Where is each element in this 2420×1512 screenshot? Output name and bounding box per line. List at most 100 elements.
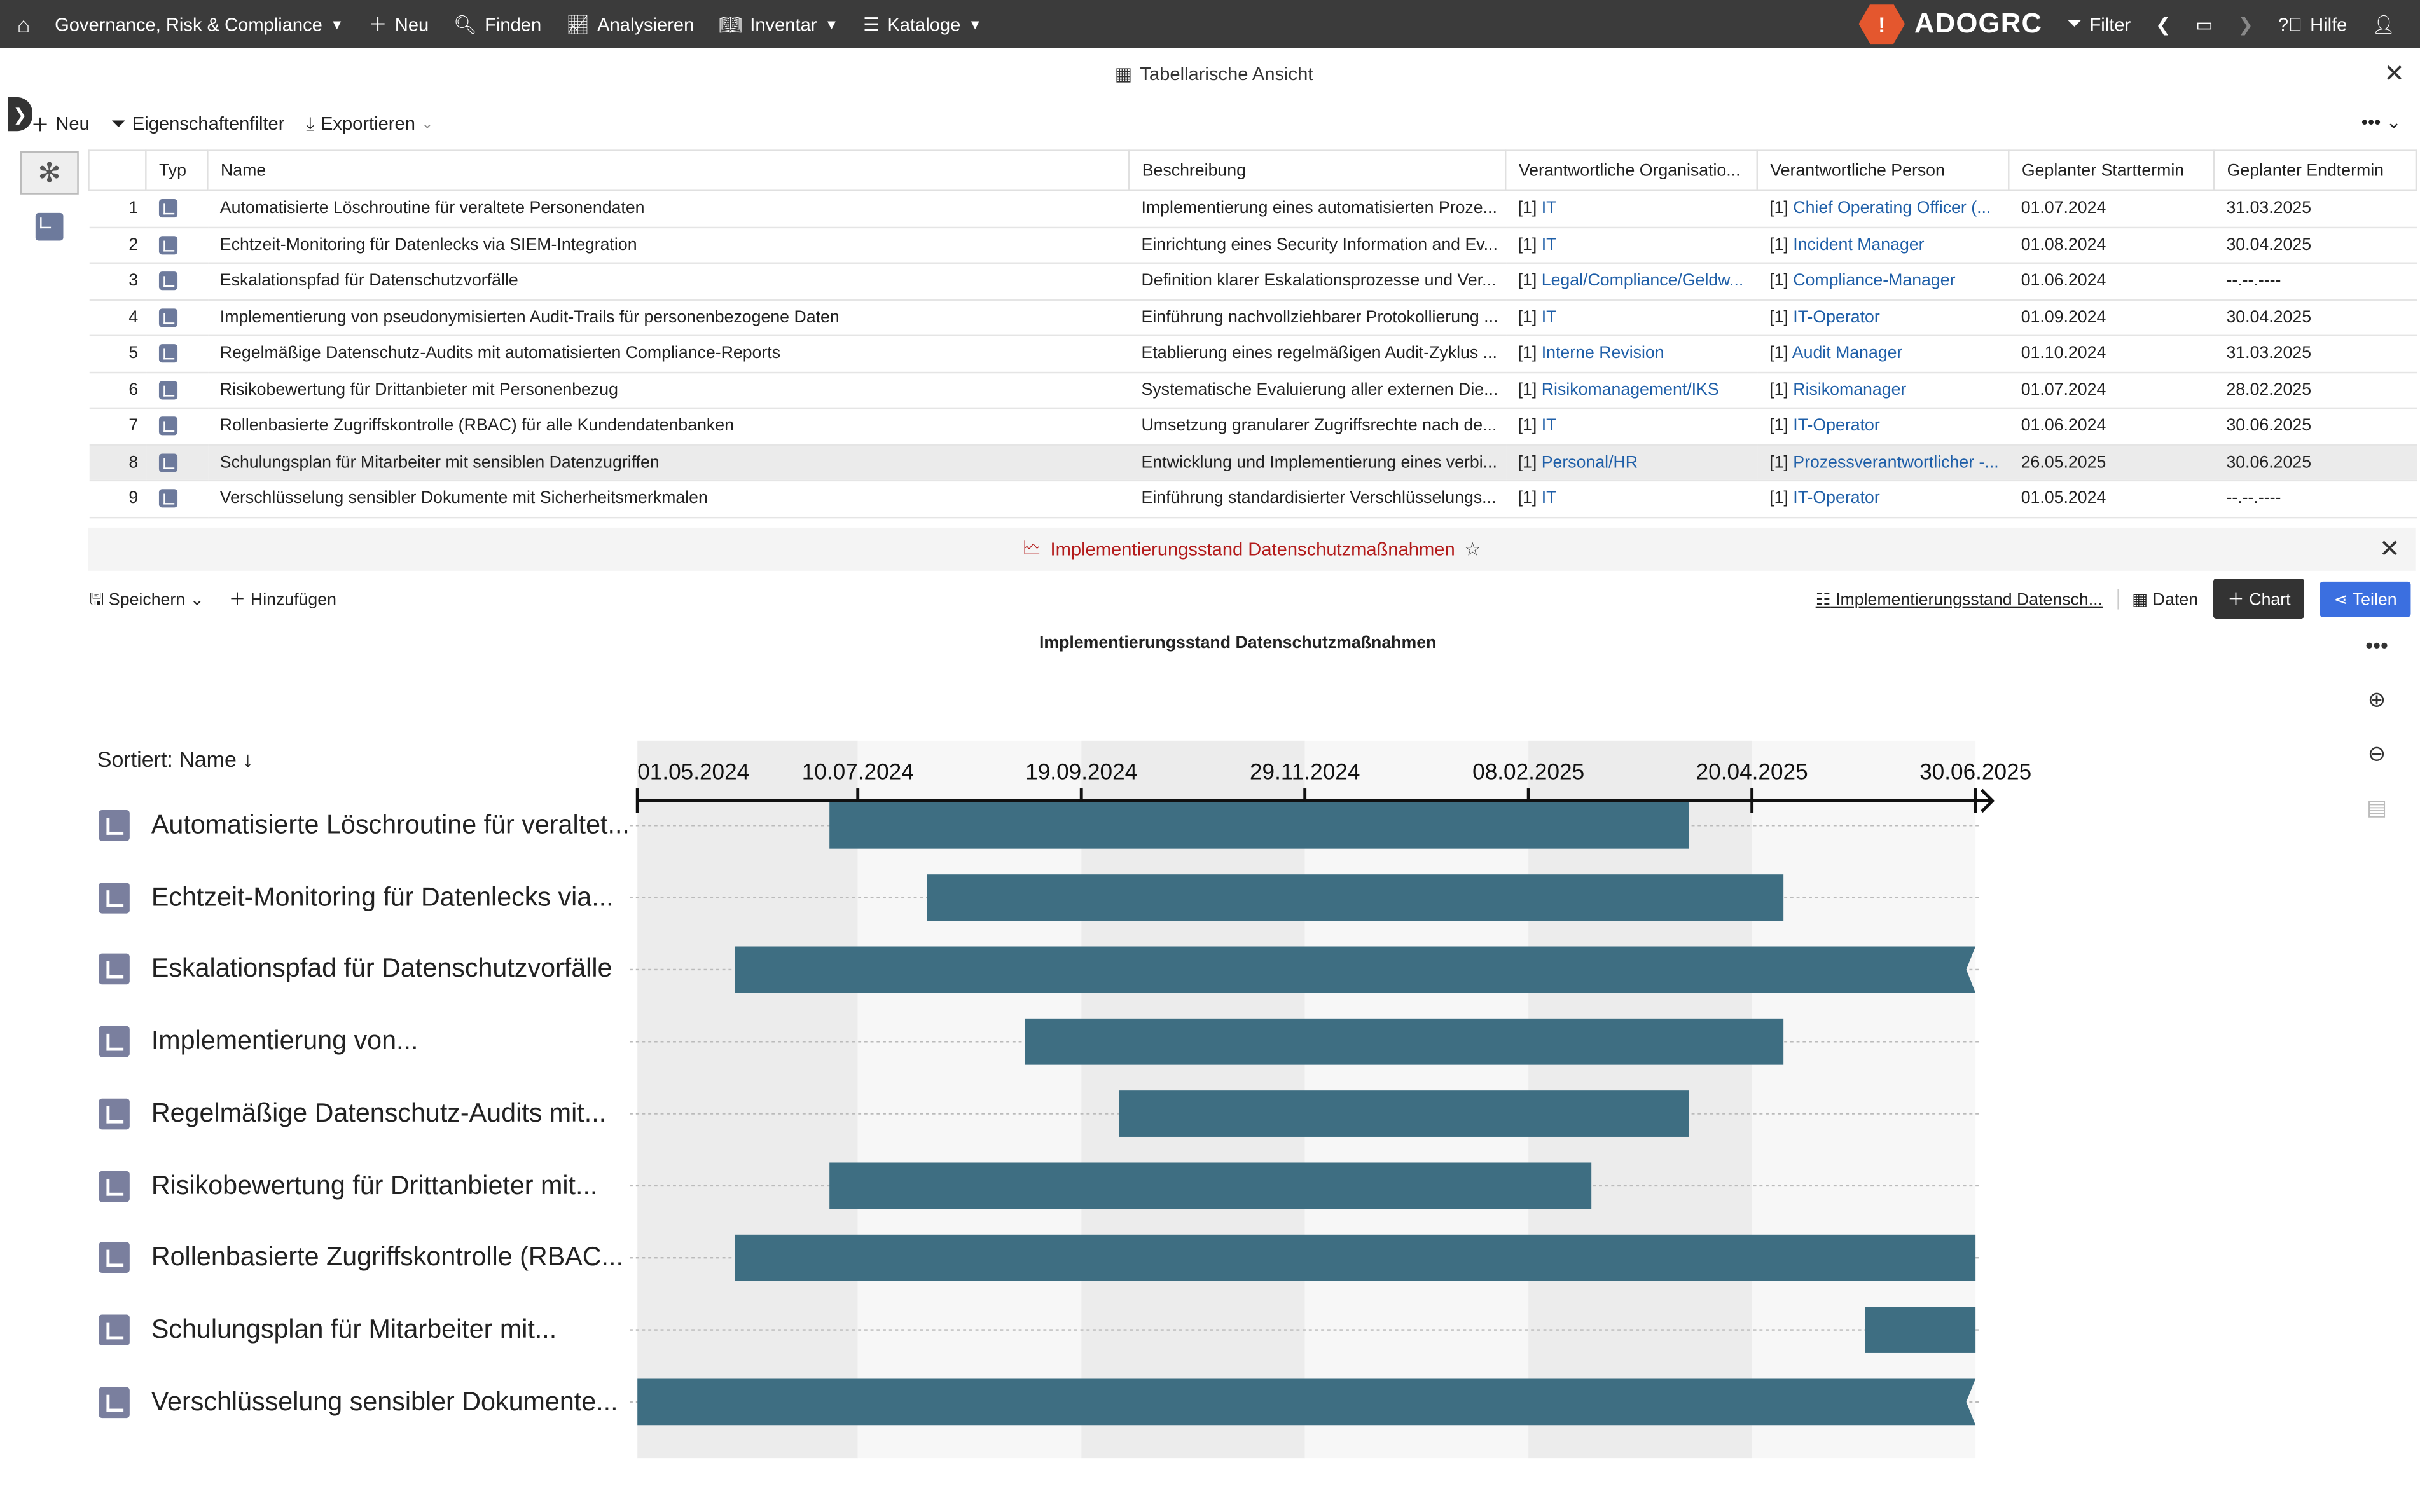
person-link[interactable]: IT-Operator (1793, 308, 1879, 327)
star-icon[interactable]: ☆ (1464, 539, 1481, 560)
gantt-row-label[interactable]: Rollenbasierte Zugriffskontrolle (RBAC..… (99, 1241, 623, 1274)
view-selector[interactable]: ☷ Implementierungsstand Datensch... (1816, 589, 2103, 608)
name-cell[interactable]: Regelmäßige Datenschutz-Audits mit autom… (207, 335, 1130, 373)
end-date-cell[interactable]: 31.03.2025 (2214, 335, 2416, 373)
nav-find[interactable]: 🔍︎ Finden (453, 13, 541, 35)
description-cell[interactable]: Definition klarer Eskalationsprozesse un… (1129, 263, 1506, 300)
nav-grc-menu[interactable]: Governance, Risk & Compliance ▼ (55, 13, 344, 35)
asterisk-filter-button[interactable]: ✻ (20, 151, 79, 195)
org-link[interactable]: Personal/HR (1542, 453, 1638, 472)
end-date-cell[interactable]: 31.03.2025 (2214, 190, 2416, 228)
org-cell[interactable]: [1] Personal/HR (1505, 444, 1757, 482)
start-date-cell[interactable]: 01.09.2024 (2009, 299, 2215, 336)
end-date-cell[interactable]: --.--.---- (2214, 480, 2416, 518)
name-cell[interactable]: Rollenbasierte Zugriffskontrolle (RBAC) … (207, 408, 1130, 446)
window-icon[interactable]: ▭ (2195, 13, 2213, 35)
more-options-icon[interactable]: ••• ⌄ (2361, 111, 2402, 133)
description-cell[interactable]: Etablierung eines regelmäßigen Audit-Zyk… (1129, 335, 1506, 373)
share-button[interactable]: ⋖ Teilen (2320, 581, 2411, 617)
start-date-cell[interactable]: 01.05.2024 (2009, 480, 2215, 518)
person-link[interactable]: IT-Operator (1793, 490, 1879, 508)
org-link[interactable]: Legal/Compliance/Geldw... (1542, 272, 1744, 291)
name-cell[interactable]: Risikobewertung für Drittanbieter mit Pe… (207, 371, 1130, 409)
chart-button[interactable]: ＋ Chart (2213, 578, 2305, 619)
description-cell[interactable]: Implementierung eines automatisierten Pr… (1129, 190, 1506, 228)
column-header[interactable] (88, 149, 147, 191)
sort-indicator[interactable]: Sortiert: Name ↓ (97, 747, 253, 772)
table-row[interactable]: 7 Rollenbasierte Zugriffskontrolle (RBAC)… (88, 408, 2416, 446)
add-button[interactable]: ＋ Hinzufügen (229, 586, 336, 615)
org-link[interactable]: Interne Revision (1542, 345, 1664, 363)
column-header-type[interactable]: Typ (145, 149, 209, 191)
end-date-cell[interactable]: 28.02.2025 (2214, 371, 2416, 409)
export-button[interactable]: ⤓ Exportieren ⌄ (306, 112, 433, 135)
gantt-row-label[interactable]: Verschlüsselung sensibler Dokumente... (99, 1385, 618, 1419)
org-cell[interactable]: [1] Legal/Compliance/Geldw... (1505, 263, 1757, 300)
org-link[interactable]: Risikomanagement/IKS (1542, 381, 1719, 399)
org-link[interactable]: IT (1542, 200, 1557, 218)
table-row[interactable]: 4 Implementierung von pseudonymisierten A… (88, 299, 2416, 336)
filter-button[interactable]: ⏷ Filter (2067, 12, 2131, 35)
nav-analyze[interactable]: 📈︎ Analysieren (566, 13, 694, 35)
name-cell[interactable]: Schulungsplan für Mitarbeiter mit sensib… (207, 444, 1130, 482)
start-date-cell[interactable]: 01.10.2024 (2009, 335, 2215, 373)
description-cell[interactable]: Einführung nachvollziehbarer Protokollie… (1129, 299, 1506, 336)
person-cell[interactable]: [1] Risikomanager (1757, 371, 2009, 409)
org-cell[interactable]: [1] Risikomanagement/IKS (1505, 371, 1757, 409)
end-date-cell[interactable]: --.--.---- (2214, 263, 2416, 300)
table-row[interactable]: 9 Verschlüsselung sensibler Dokumente mit… (88, 480, 2416, 518)
column-header-person[interactable]: Verantwortliche Person (1756, 149, 2010, 191)
end-date-cell[interactable]: 30.04.2025 (2214, 226, 2416, 264)
start-date-cell[interactable]: 01.07.2024 (2009, 371, 2215, 409)
name-cell[interactable]: Implementierung von pseudonymisierten Au… (207, 299, 1130, 336)
forward-arrow-icon[interactable]: ❯ (2238, 13, 2253, 35)
zoom-in-icon[interactable]: ⊕ (2365, 687, 2389, 741)
description-cell[interactable]: Einrichtung eines Security Information a… (1129, 226, 1506, 264)
start-date-cell[interactable]: 01.06.2024 (2009, 263, 2215, 300)
close-icon[interactable]: ✕ (2379, 534, 2400, 565)
org-link[interactable]: IT (1542, 490, 1557, 508)
person-link[interactable]: Risikomanager (1793, 381, 1906, 399)
person-link[interactable]: Chief Operating Officer (... (1793, 200, 1991, 218)
gantt-row-label[interactable]: Automatisierte Löschroutine für veraltet… (99, 809, 630, 842)
person-cell[interactable]: [1] IT-Operator (1757, 408, 2009, 446)
person-link[interactable]: Incident Manager (1793, 236, 1924, 254)
gantt-row-label[interactable]: Echtzeit-Monitoring für Datenlecks via..… (99, 881, 614, 914)
org-cell[interactable]: [1] IT (1505, 408, 1757, 446)
person-cell[interactable]: [1] Incident Manager (1757, 226, 2009, 264)
org-link[interactable]: IT (1542, 308, 1557, 327)
table-row[interactable]: 6 Risikobewertung für Drittanbieter mit P… (88, 371, 2416, 409)
start-date-cell[interactable]: 01.08.2024 (2009, 226, 2215, 264)
save-button[interactable]: 🖫 Speichern ⌄ (90, 586, 204, 615)
person-cell[interactable]: [1] Compliance-Manager (1757, 263, 2009, 300)
user-icon[interactable]: 👤︎ (2372, 13, 2395, 35)
name-cell[interactable]: Automatisierte Löschroutine für veraltet… (207, 190, 1130, 228)
nav-new[interactable]: ＋ Neu (369, 11, 429, 37)
org-link[interactable]: IT (1542, 417, 1557, 436)
zoom-out-icon[interactable]: ⊖ (2365, 741, 2389, 795)
column-header-end[interactable]: Geplanter Endtermin (2213, 149, 2417, 191)
org-link[interactable]: IT (1542, 236, 1557, 254)
gantt-row-label[interactable]: Risikobewertung für Drittanbieter mit... (99, 1169, 597, 1202)
description-cell[interactable]: Umsetzung granularer Zugriffsrechte nach… (1129, 408, 1506, 446)
more-options-icon[interactable]: ••• (2365, 633, 2389, 687)
chart-panel-title[interactable]: Implementierungsstand Datenschutzmaßnahm… (1051, 539, 1455, 560)
table-row[interactable]: 5 Regelmäßige Datenschutz-Audits mit auto… (88, 335, 2416, 373)
gantt-row-label[interactable]: Schulungsplan für Mitarbeiter mit... (99, 1313, 557, 1347)
start-date-cell[interactable]: 01.07.2024 (2009, 190, 2215, 228)
start-date-cell[interactable]: 01.06.2024 (2009, 408, 2215, 446)
person-cell[interactable]: [1] IT-Operator (1757, 480, 2009, 518)
close-icon[interactable]: ✕ (2384, 58, 2405, 90)
column-header-org[interactable]: Verantwortliche Organisatio... (1504, 149, 1758, 191)
person-cell[interactable]: [1] Audit Manager (1757, 335, 2009, 373)
person-cell[interactable]: [1] Chief Operating Officer (... (1757, 190, 2009, 228)
gantt-row-label[interactable]: Implementierung von... (99, 1025, 418, 1059)
person-cell[interactable]: [1] IT-Operator (1757, 299, 2009, 336)
home-icon[interactable]: ⌂ (17, 11, 31, 36)
column-header-description[interactable]: Beschreibung (1128, 149, 1507, 191)
end-date-cell[interactable]: 30.04.2025 (2214, 299, 2416, 336)
expand-rail-icon[interactable]: ❯ (8, 97, 32, 132)
person-link[interactable]: Prozessverantwortlicher -... (1793, 453, 1998, 472)
column-header-start[interactable]: Geplanter Starttermin (2008, 149, 2215, 191)
name-cell[interactable]: Eskalationspfad für Datenschutzvorfälle (207, 263, 1130, 300)
